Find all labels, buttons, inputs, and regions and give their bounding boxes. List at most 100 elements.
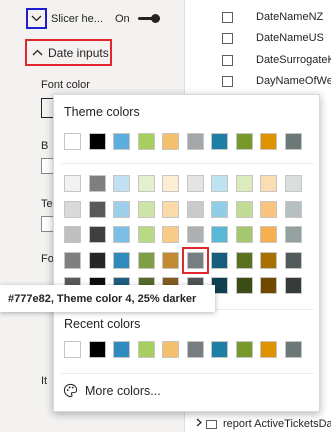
recent-color-swatch[interactable] [88,341,106,358]
recent-color-swatch[interactable] [64,341,81,358]
theme-shade-swatch[interactable] [64,200,81,218]
theme-color-swatch[interactable] [137,133,155,150]
theme-shade-swatch[interactable] [260,175,277,192]
field-label: DateNameUS [256,32,324,44]
field-item[interactable]: DayNameOfWe [222,72,331,90]
divider [61,163,314,164]
slicer-header-toggle-label: On [115,13,130,25]
chevron-up-icon [32,47,43,59]
theme-shade-swatch[interactable] [235,226,253,243]
theme-shade-swatch[interactable] [64,251,81,269]
theme-shade-swatch[interactable] [260,251,277,269]
recent-color-swatch[interactable] [284,341,302,358]
field-checkbox[interactable] [222,11,233,23]
theme-shade-swatch[interactable] [235,277,253,294]
recent-color-swatch[interactable] [162,341,179,358]
recent-color-swatch[interactable] [113,341,130,358]
field-checkbox[interactable] [222,32,233,44]
bottom-field-item[interactable]: report ActiveTicketsDa [196,418,331,430]
theme-shade-swatch[interactable] [113,251,130,269]
theme-shade-swatch[interactable] [260,200,277,218]
theme-shade-swatch[interactable] [211,251,228,269]
theme-shade-swatch[interactable] [260,226,277,243]
theme-color-swatch[interactable] [113,133,130,150]
date-inputs-section-header[interactable]: Date inputs [25,39,112,66]
recent-color-swatch[interactable] [260,341,277,358]
theme-color-swatch[interactable] [211,133,228,150]
chevron-right-icon [196,418,202,430]
theme-shade-swatch[interactable] [284,226,302,243]
slicer-header-toggle[interactable] [138,14,160,23]
field-label: DayNameOfWe [256,75,331,87]
color-tooltip: #777e82, Theme color 4, 25% darker [0,285,215,312]
slicer-header-expand-button[interactable] [26,8,47,29]
theme-shade-swatch[interactable] [284,175,302,192]
theme-color-swatch[interactable] [260,133,277,150]
theme-shade-swatch[interactable] [64,226,81,243]
recent-color-swatch[interactable] [186,341,204,358]
theme-shade-swatch[interactable] [211,226,228,243]
palette-icon [63,383,78,398]
selected-swatch-highlight [181,246,209,274]
theme-shade-swatch[interactable] [137,226,155,243]
theme-shade-swatch[interactable] [162,175,179,192]
theme-color-swatch[interactable] [235,133,253,150]
field-label: DateSurrogateK [256,54,331,66]
theme-color-swatch[interactable] [64,133,81,150]
theme-shade-swatch[interactable] [260,277,277,294]
theme-shade-swatch[interactable] [113,200,130,218]
bottom-field-label: report ActiveTicketsDa [223,418,331,430]
theme-shade-swatch[interactable] [186,200,204,218]
theme-shade-swatch[interactable] [88,226,106,243]
partial-label-te: Te [41,198,53,210]
more-colors-label: More colors... [85,383,161,398]
color-picker-popup: Theme colors Recent colors More colors..… [53,94,320,412]
theme-color-swatch[interactable] [88,133,106,150]
theme-shade-swatch[interactable] [64,175,81,192]
more-colors-button[interactable]: More colors... [63,383,161,398]
theme-shade-swatch[interactable] [211,175,228,192]
field-checkbox[interactable] [222,54,233,66]
theme-color-swatch[interactable] [162,133,179,150]
theme-shade-swatch[interactable] [88,175,106,192]
recent-color-swatch[interactable] [235,341,253,358]
theme-shade-swatch[interactable] [284,277,302,294]
theme-shade-swatch[interactable] [162,226,179,243]
theme-shade-swatch[interactable] [235,200,253,218]
theme-shade-swatch[interactable] [137,200,155,218]
theme-shade-swatch[interactable] [162,251,179,269]
recent-color-swatch[interactable] [137,341,155,358]
theme-shade-swatch[interactable] [113,175,130,192]
partial-label-b: B [41,140,49,152]
theme-colors-heading: Theme colors [64,105,140,119]
field-checkbox[interactable] [222,75,233,87]
field-item[interactable]: DateSurrogateK [222,51,331,69]
theme-shade-swatch[interactable] [284,200,302,218]
divider [61,373,314,374]
field-item[interactable]: DateNameNZ [222,8,323,26]
partial-label-it: It [41,375,48,387]
date-inputs-label: Date inputs [48,45,109,60]
theme-shade-swatch[interactable] [88,251,106,269]
theme-shade-swatch[interactable] [284,251,302,269]
theme-shade-swatch[interactable] [162,200,179,218]
theme-shade-swatch[interactable] [88,200,106,218]
theme-color-swatch[interactable] [284,133,302,150]
recent-colors-heading: Recent colors [64,317,141,331]
font-color-label: Font color [41,79,90,91]
slicer-header-label: Slicer he... [51,13,103,25]
theme-shade-swatch[interactable] [186,226,204,243]
theme-shade-swatch[interactable] [235,175,253,192]
field-item[interactable]: DateNameUS [222,29,324,47]
theme-shade-swatch[interactable] [211,200,228,218]
recent-color-swatch[interactable] [211,341,228,358]
theme-color-swatch[interactable] [186,133,204,150]
theme-shade-swatch[interactable] [235,251,253,269]
theme-shade-swatch[interactable] [137,251,155,269]
theme-shade-swatch[interactable] [186,175,204,192]
theme-shade-swatch[interactable] [137,175,155,192]
theme-shade-swatch[interactable] [113,226,130,243]
chevron-down-icon [31,15,42,22]
table-icon [206,419,217,429]
field-label: DateNameNZ [256,11,324,23]
